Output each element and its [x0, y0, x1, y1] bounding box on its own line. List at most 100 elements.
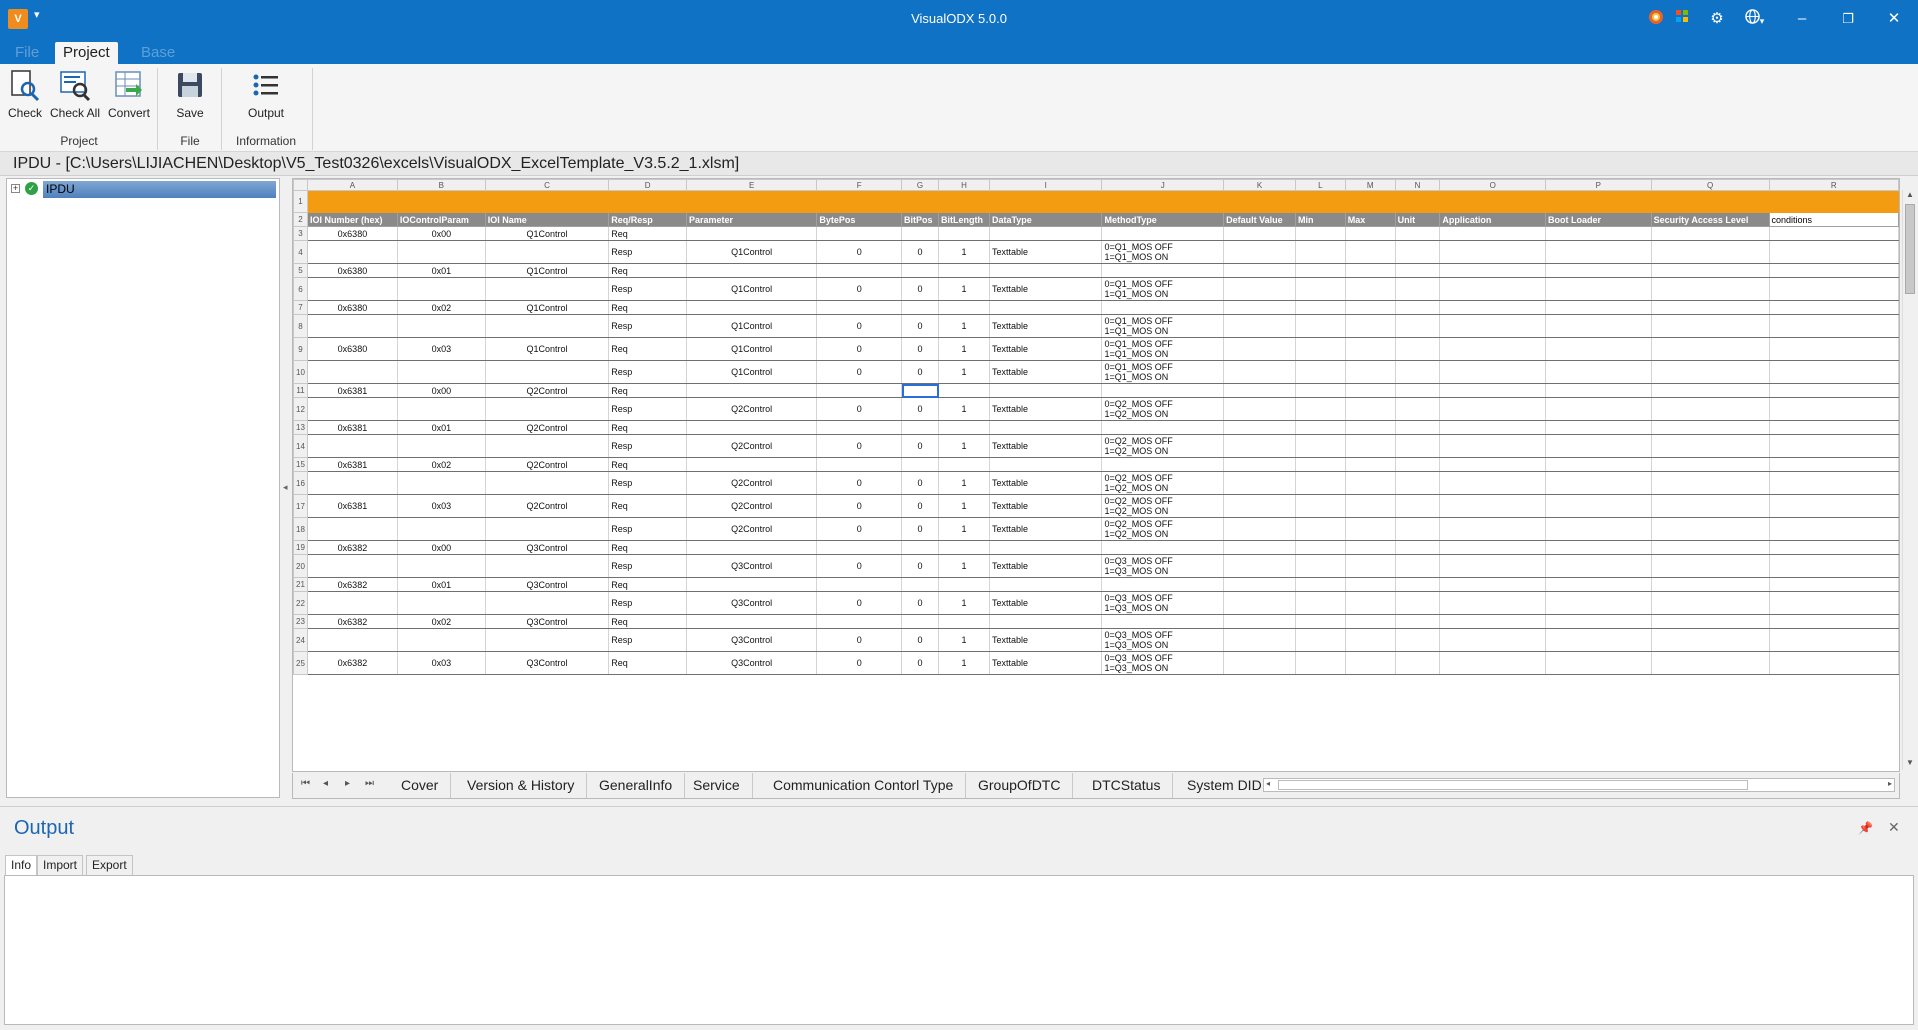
cell[interactable] [1394, 614, 1441, 629]
cell[interactable] [938, 420, 990, 435]
column-header[interactable]: Q [1650, 179, 1770, 191]
cell-methodtype[interactable]: 0=Q1_MOS OFF 1=Q1_MOS ON [1101, 277, 1225, 301]
column-header[interactable]: J [1101, 179, 1225, 191]
cell[interactable]: 0 [901, 240, 939, 264]
cell[interactable] [1295, 263, 1346, 278]
cell-methodtype[interactable]: 0=Q2_MOS OFF 1=Q2_MOS ON [1101, 397, 1225, 421]
cell[interactable] [396, 434, 486, 458]
tree-node-label[interactable]: IPDU [43, 181, 276, 198]
cell[interactable] [1223, 190, 1297, 213]
cell[interactable]: 0x6381 [306, 383, 398, 398]
cell[interactable]: Texttable [988, 517, 1103, 541]
cell[interactable]: 0x6380 [306, 337, 398, 361]
cell-methodtype[interactable]: 0=Q2_MOS OFF 1=Q2_MOS ON [1101, 494, 1225, 518]
next-sheet-icon[interactable]: ▸ [345, 778, 350, 789]
cell[interactable]: 0x01 [396, 263, 486, 278]
cell[interactable] [1394, 383, 1441, 398]
row-header[interactable]: 17 [293, 494, 308, 518]
cell[interactable]: 1 [938, 651, 990, 675]
tab-file[interactable]: File [7, 42, 47, 64]
cell[interactable]: Q1Control [685, 240, 818, 264]
cell[interactable] [938, 226, 990, 241]
row-header[interactable]: 2 [293, 212, 308, 227]
header-cell[interactable]: Security Access Level [1650, 212, 1770, 227]
cell[interactable] [1650, 457, 1770, 472]
column-header[interactable]: O [1439, 179, 1547, 191]
cell[interactable] [396, 314, 486, 338]
cell[interactable]: Resp [608, 554, 687, 578]
cell[interactable]: Texttable [988, 628, 1103, 652]
cell[interactable]: 1 [938, 314, 990, 338]
cell[interactable] [1650, 190, 1770, 213]
cell[interactable]: Req [608, 457, 687, 472]
cell[interactable]: Texttable [988, 651, 1103, 675]
cell[interactable] [1650, 337, 1770, 361]
cell[interactable] [1768, 628, 1899, 652]
cell-methodtype[interactable] [1101, 300, 1225, 315]
cell[interactable]: 0 [816, 240, 903, 264]
cell[interactable] [1545, 360, 1652, 384]
cell[interactable]: Texttable [988, 314, 1103, 338]
cell[interactable]: Req [608, 420, 687, 435]
column-header[interactable]: F [816, 179, 903, 191]
cell[interactable] [1545, 471, 1652, 495]
cell-methodtype[interactable]: 0=Q3_MOS OFF 1=Q3_MOS ON [1101, 554, 1225, 578]
cell[interactable] [1394, 517, 1441, 541]
cell[interactable] [938, 457, 990, 472]
cell[interactable]: 1 [938, 277, 990, 301]
cell[interactable] [901, 263, 939, 278]
header-cell[interactable]: conditions [1768, 212, 1899, 227]
cell[interactable] [1768, 577, 1899, 592]
cell[interactable] [1394, 494, 1441, 518]
cell[interactable] [901, 383, 939, 398]
header-cell[interactable]: Min [1295, 212, 1346, 227]
cell[interactable] [1439, 540, 1547, 555]
cell[interactable] [1344, 277, 1396, 301]
cell[interactable] [938, 190, 990, 213]
cell[interactable]: Q1Control [685, 277, 818, 301]
scroll-down-icon[interactable]: ▼ [1903, 758, 1917, 770]
cell-methodtype[interactable]: 0=Q1_MOS OFF 1=Q1_MOS ON [1101, 314, 1225, 338]
cell[interactable]: 0x6380 [306, 300, 398, 315]
cell[interactable] [1439, 517, 1547, 541]
cell[interactable] [685, 614, 818, 629]
cell[interactable] [1650, 226, 1770, 241]
cell[interactable] [1223, 314, 1297, 338]
cell[interactable] [1439, 314, 1547, 338]
cell[interactable] [1439, 614, 1547, 629]
cell[interactable]: Q3Control [685, 628, 818, 652]
cell[interactable] [1768, 540, 1899, 555]
cell[interactable] [1545, 263, 1652, 278]
cell[interactable]: Req [608, 494, 687, 518]
cell[interactable]: Resp [608, 360, 687, 384]
cell[interactable]: Req [608, 263, 687, 278]
cell[interactable] [901, 614, 939, 629]
spreadsheet-grid[interactable]: A B C D E F G H I J K L M N O P Q R 1 2 IOI Number (hex) IOCo… [293, 179, 1899, 675]
cell[interactable]: Texttable [988, 471, 1103, 495]
header-cell[interactable]: Parameter [685, 212, 818, 227]
cell[interactable] [1545, 277, 1652, 301]
cell[interactable]: Req [608, 577, 687, 592]
cell[interactable] [306, 517, 398, 541]
scroll-left-icon[interactable]: ◂ [1266, 779, 1270, 788]
cell[interactable] [816, 420, 903, 435]
cell[interactable] [1223, 226, 1297, 241]
cell[interactable]: 0 [901, 628, 939, 652]
sheet-tab-communication-control-type[interactable]: Communication Contorl Type [761, 773, 967, 798]
cell[interactable] [685, 300, 818, 315]
row-header[interactable]: 9 [293, 337, 308, 361]
cell[interactable] [484, 190, 610, 213]
cell[interactable] [816, 226, 903, 241]
cell[interactable]: 0 [901, 277, 939, 301]
cell[interactable] [1223, 383, 1297, 398]
cell-methodtype[interactable]: 0=Q3_MOS OFF 1=Q3_MOS ON [1101, 591, 1225, 615]
cell[interactable] [1768, 420, 1899, 435]
cell-methodtype[interactable] [1101, 614, 1225, 629]
cell[interactable]: 0x02 [396, 300, 486, 315]
cell[interactable] [1295, 614, 1346, 629]
cell-methodtype[interactable]: 0=Q3_MOS OFF 1=Q3_MOS ON [1101, 651, 1225, 675]
cell[interactable] [988, 420, 1103, 435]
cell[interactable] [484, 397, 610, 421]
sheet-tab-service[interactable]: Service [681, 773, 753, 798]
cell[interactable]: 1 [938, 360, 990, 384]
